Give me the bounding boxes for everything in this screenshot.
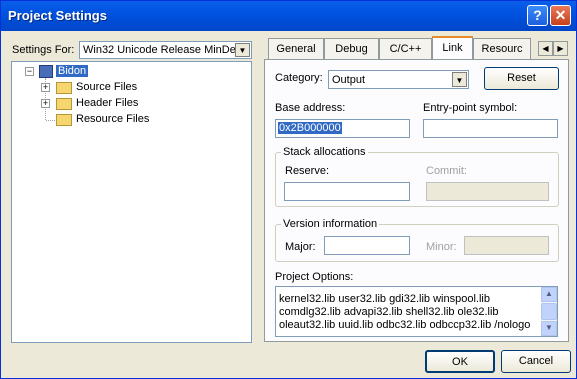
collapse-icon[interactable]: − — [25, 67, 34, 76]
ok-button[interactable]: OK — [425, 350, 495, 373]
base-address-value: 0x2B000000 — [278, 122, 342, 134]
tree-line — [46, 120, 55, 121]
tab-scroll-left-icon[interactable]: ◀ — [538, 41, 553, 56]
expand-icon[interactable]: + — [41, 99, 50, 108]
chevron-down-icon[interactable]: ▼ — [235, 43, 250, 57]
minor-label: Minor: — [426, 241, 457, 253]
cancel-button[interactable]: Cancel — [501, 350, 571, 373]
tree-item-bidon[interactable]: Bidon — [56, 65, 89, 77]
folder-icon — [56, 82, 72, 94]
major-input[interactable] — [324, 236, 410, 255]
close-button[interactable]: ✕ — [550, 5, 571, 26]
tree-item-resource-files[interactable]: Resource Files — [76, 113, 149, 125]
project-options-textarea[interactable]: kernel32.lib user32.lib gdi32.lib winspo… — [275, 286, 558, 337]
stack-allocations-title: Stack allocations — [281, 146, 368, 158]
settings-for-combo[interactable]: Win32 Unicode Release MinDe ▼ — [79, 41, 252, 59]
reserve-label: Reserve: — [285, 165, 330, 177]
version-information-title: Version information — [281, 218, 380, 230]
project-options-line: kernel32.lib user32.lib gdi32.lib winspo… — [279, 293, 490, 305]
settings-for-label: Settings For: — [12, 44, 75, 56]
commit-input — [426, 182, 549, 201]
project-tree[interactable]: − Bidon + Source Files + Header Files Re… — [11, 61, 252, 343]
tab-link[interactable]: Link — [432, 36, 473, 60]
base-address-input[interactable]: 0x2B000000 — [275, 119, 410, 138]
scroll-up-icon[interactable]: ▲ — [541, 287, 557, 302]
category-value: Output — [332, 74, 366, 86]
project-options-scrollbar[interactable]: ▲ ▼ — [541, 287, 557, 336]
base-address-label: Base address: — [275, 102, 346, 114]
major-label: Major: — [285, 241, 316, 253]
tab-debug[interactable]: Debug — [324, 38, 379, 60]
project-options-line: oleaut32.lib uuid.lib odbc32.lib odbccp3… — [279, 319, 531, 331]
category-label: Category: — [275, 72, 323, 84]
window-title: Project Settings — [8, 8, 107, 23]
tree-item-source-files[interactable]: Source Files — [76, 81, 137, 93]
project-options-label: Project Options: — [275, 271, 354, 283]
entry-point-label: Entry-point symbol: — [423, 102, 518, 114]
minor-input — [464, 236, 549, 255]
tab-c-cpp[interactable]: C/C++ — [379, 38, 432, 60]
project-settings-window: Project Settings ? ✕ Settings For: Win32… — [0, 0, 577, 379]
reserve-input[interactable] — [284, 182, 410, 201]
tab-general[interactable]: General — [268, 38, 324, 60]
title-bar[interactable]: Project Settings ? ✕ — [1, 1, 576, 31]
scroll-down-icon[interactable]: ▼ — [541, 321, 557, 336]
reset-button[interactable]: Reset — [484, 67, 559, 90]
project-icon — [39, 65, 53, 78]
commit-label: Commit: — [426, 165, 467, 177]
tree-item-header-files[interactable]: Header Files — [76, 97, 138, 109]
settings-for-value: Win32 Unicode Release MinDe — [83, 44, 236, 56]
folder-icon — [56, 114, 72, 126]
chevron-down-icon[interactable]: ▼ — [452, 72, 467, 87]
scroll-thumb[interactable] — [541, 303, 557, 320]
help-button[interactable]: ? — [527, 5, 548, 26]
tab-scroll-right-icon[interactable]: ▶ — [553, 41, 568, 56]
entry-point-input[interactable] — [423, 119, 558, 138]
category-combo[interactable]: Output ▼ — [328, 70, 469, 89]
folder-icon — [56, 98, 72, 110]
project-options-line: comdlg32.lib advapi32.lib shell32.lib ol… — [279, 306, 499, 318]
expand-icon[interactable]: + — [41, 83, 50, 92]
tab-resource[interactable]: Resourc — [473, 38, 531, 60]
